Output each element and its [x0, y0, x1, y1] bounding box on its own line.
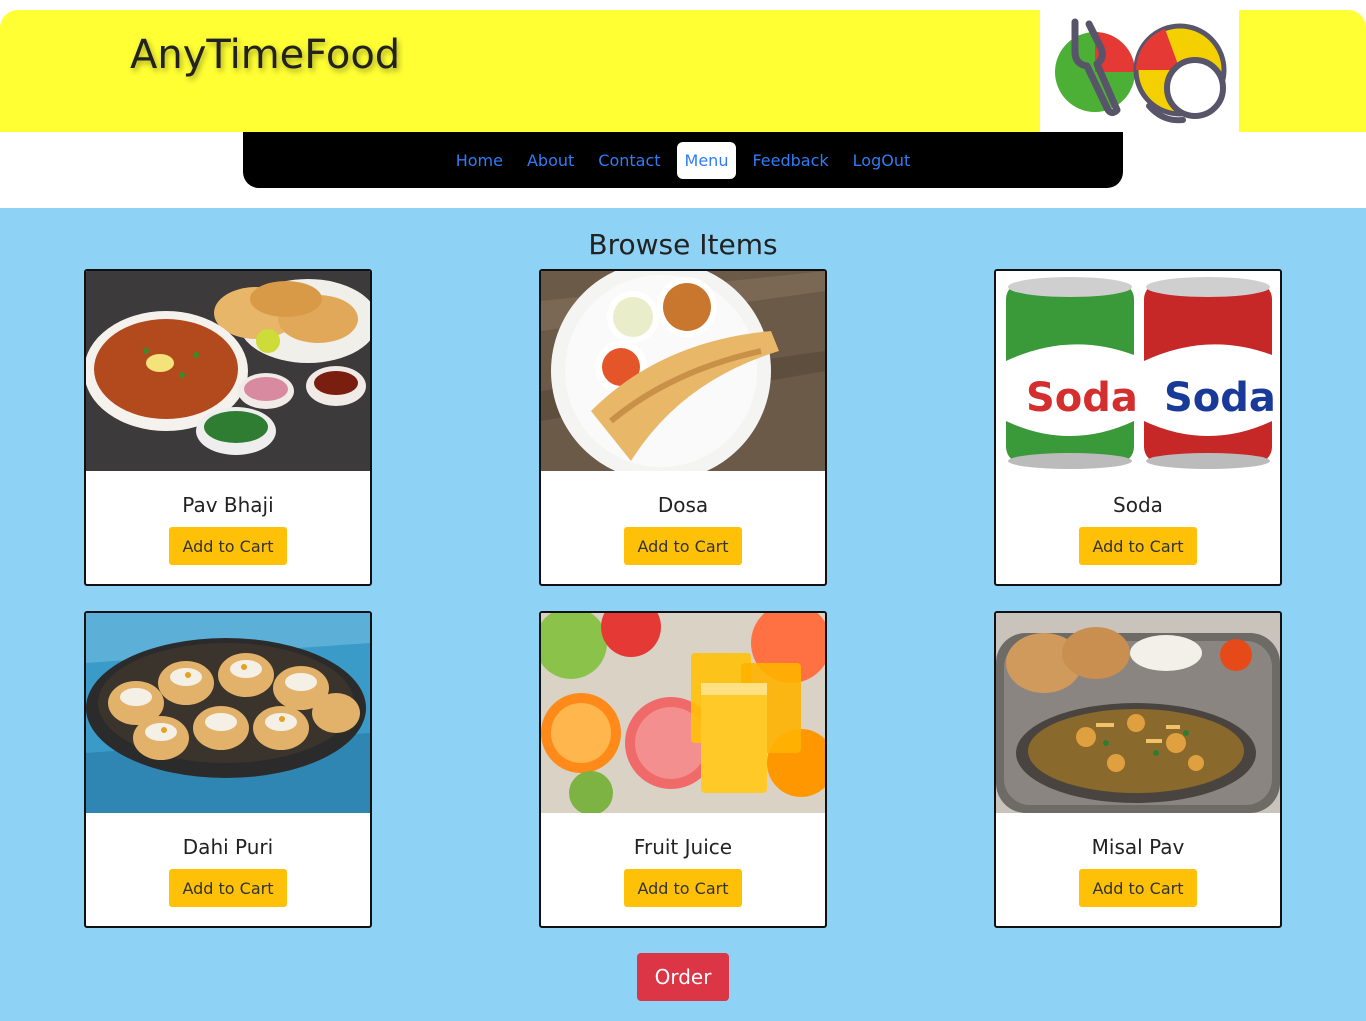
nav-feedback[interactable]: Feedback: [744, 142, 836, 179]
fruit-juice-image: [541, 613, 825, 813]
item-name: Pav Bhaji: [182, 493, 274, 517]
site-header: AnyTimeFood: [0, 10, 1366, 132]
item-name: Fruit Juice: [633, 835, 733, 859]
svg-text:Soda: Soda: [1026, 375, 1138, 421]
main-navigation: Home About Contact Menu Feedback LogOut: [243, 132, 1123, 188]
misal-pav-image: [996, 613, 1280, 813]
dahi-puri-image: [86, 613, 370, 813]
menu-card-dosa: Dosa Add to Cart: [539, 269, 827, 586]
item-name: Dahi Puri: [182, 835, 274, 859]
dosa-image: [541, 271, 825, 471]
menu-section: Browse Items Pav Bhaji Add to Cart Dosa …: [0, 208, 1366, 1021]
add-to-cart-button[interactable]: Add to Cart: [1079, 869, 1197, 907]
page-title: Browse Items: [588, 228, 778, 261]
nav-home[interactable]: Home: [448, 142, 511, 179]
logo: [1040, 10, 1239, 132]
nav-logout[interactable]: LogOut: [845, 142, 919, 179]
svg-text:Soda: Soda: [1164, 375, 1276, 421]
item-name: Soda: [1113, 493, 1163, 517]
nav-about[interactable]: About: [519, 142, 582, 179]
menu-card-fruit-juice: Fruit Juice Add to Cart: [539, 611, 827, 928]
nav-menu[interactable]: Menu: [676, 141, 737, 179]
add-to-cart-button[interactable]: Add to Cart: [169, 527, 287, 565]
menu-card-pav-bhaji: Pav Bhaji Add to Cart: [84, 269, 372, 586]
nav-contact[interactable]: Contact: [590, 142, 668, 179]
item-name: Dosa: [657, 493, 709, 517]
add-to-cart-button[interactable]: Add to Cart: [1079, 527, 1197, 565]
order-button[interactable]: Order: [637, 953, 729, 1001]
add-to-cart-button[interactable]: Add to Cart: [624, 527, 742, 565]
brand-title: AnyTimeFood: [130, 32, 401, 78]
fork-plate-icon: [1054, 18, 1226, 124]
menu-card-misal-pav: Misal Pav Add to Cart: [994, 611, 1282, 928]
menu-card-soda: Soda Soda Soda Add to Cart: [994, 269, 1282, 586]
menu-card-dahi-puri: Dahi Puri Add to Cart: [84, 611, 372, 928]
soda-image: Soda Soda: [996, 271, 1280, 471]
pav-bhaji-image: [86, 271, 370, 471]
add-to-cart-button[interactable]: Add to Cart: [624, 869, 742, 907]
item-name: Misal Pav: [1091, 835, 1185, 859]
add-to-cart-button[interactable]: Add to Cart: [169, 869, 287, 907]
